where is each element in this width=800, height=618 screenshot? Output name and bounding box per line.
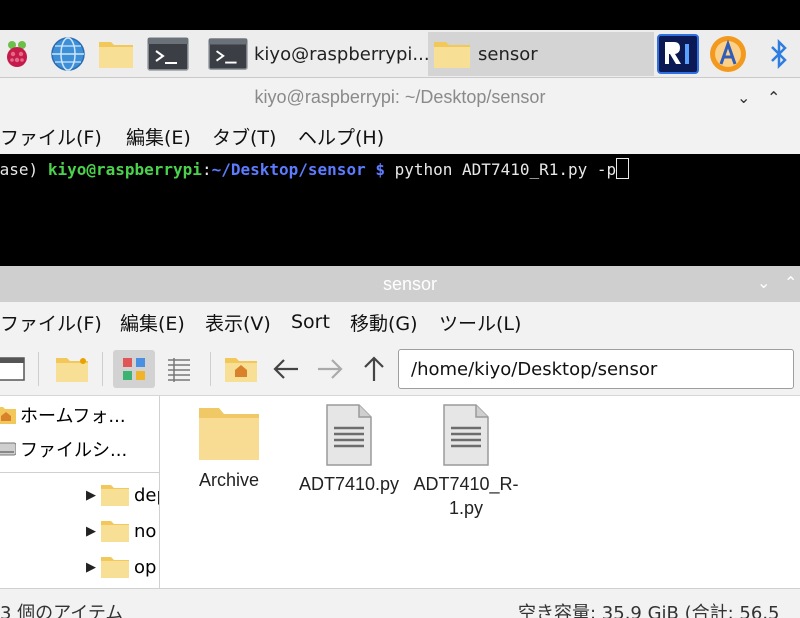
file-item-archive[interactable]: Archive bbox=[169, 404, 289, 492]
menu-tabs[interactable]: タブ(T) bbox=[212, 118, 276, 154]
screen-top-strip bbox=[0, 0, 800, 30]
web-browser-icon[interactable] bbox=[48, 36, 88, 72]
sidebar-item-home[interactable]: ホームフォ... bbox=[0, 398, 159, 432]
taskbar-task-label: sensor bbox=[478, 43, 538, 65]
chevron-up-icon[interactable]: ⌃ bbox=[784, 273, 797, 292]
file-manager-toolbar: /home/kiyo/Desktop/sensor bbox=[0, 342, 800, 396]
folder-icon bbox=[434, 42, 470, 68]
file-item-label: ADT7410.py bbox=[298, 474, 400, 494]
menu-help[interactable]: ヘルプ(H) bbox=[298, 118, 384, 154]
menu-edit[interactable]: 編集(E) bbox=[126, 118, 191, 154]
file-item-adt7410-r1[interactable]: ADT7410_R- 1.py bbox=[406, 404, 526, 520]
text-file-icon bbox=[443, 404, 489, 466]
tree-item-label: dep bbox=[134, 484, 159, 506]
terminal-menubar: ファイル(F) 編集(E) タブ(T) ヘルプ(H) bbox=[0, 118, 800, 154]
sidebar-item-filesystem[interactable]: ファイルシ... bbox=[0, 432, 159, 466]
terminal-body[interactable]: base) kiyo@raspberrypi:~/Desktop/sensor … bbox=[0, 154, 800, 266]
raspberry-menu-icon[interactable] bbox=[0, 36, 34, 72]
back-arrow-icon[interactable] bbox=[266, 350, 306, 388]
file-manager-launcher-icon[interactable] bbox=[96, 36, 138, 72]
terminal-cursor bbox=[616, 158, 630, 179]
icon-view-button[interactable] bbox=[113, 350, 155, 388]
menu-file[interactable]: ファイル(F) bbox=[0, 302, 102, 342]
path-input[interactable]: /home/kiyo/Desktop/sensor bbox=[398, 349, 794, 389]
menu-sort[interactable]: Sort bbox=[291, 302, 330, 342]
terminal-launcher-icon[interactable] bbox=[146, 36, 190, 72]
file-manager-sidebar: ホームフォ... ファイルシ... ▶ dep ▶ no ▶ op bbox=[0, 396, 160, 588]
home-folder-icon bbox=[0, 407, 16, 424]
status-bar: 3 個のアイテム 空き容量: 35.9 GiB (合計: 56.5 bbox=[0, 588, 800, 618]
file-item-label: ADT7410_R- 1.py bbox=[413, 474, 519, 518]
chevron-down-icon[interactable]: ⌄ bbox=[757, 273, 770, 292]
up-arrow-icon[interactable] bbox=[354, 350, 394, 388]
menu-file[interactable]: ファイル(F) bbox=[0, 118, 102, 154]
tree-item-label: no bbox=[134, 520, 157, 542]
taskbar: kiyo@raspberrypi... sensor bbox=[0, 30, 800, 78]
vnc-icon[interactable] bbox=[656, 34, 700, 74]
menu-view[interactable]: 表示(V) bbox=[205, 302, 271, 342]
text-file-icon bbox=[326, 404, 372, 466]
file-manager-window-title: sensor bbox=[382, 274, 438, 294]
folder-icon bbox=[101, 557, 129, 578]
taskbar-task-label: kiyo@raspberrypi... bbox=[254, 43, 430, 65]
prompt-env: base) bbox=[0, 160, 39, 179]
file-item-label: Archive bbox=[198, 470, 260, 490]
file-view[interactable]: Archive ADT7410.py ADT7410_R- 1.py bbox=[161, 396, 800, 588]
file-item-adt7410[interactable]: ADT7410.py bbox=[289, 404, 409, 496]
sidebar-item-label: ホームフォ... bbox=[20, 406, 126, 427]
prompt-user: kiyo@raspberrypi bbox=[47, 160, 202, 179]
home-icon[interactable] bbox=[222, 350, 260, 388]
folder-icon bbox=[101, 485, 129, 506]
chevron-down-icon[interactable]: ⌄ bbox=[737, 88, 750, 107]
new-tab-icon[interactable] bbox=[54, 350, 90, 388]
status-item-count: 3 個のアイテム bbox=[0, 603, 124, 618]
prompt-separator: : bbox=[201, 160, 212, 179]
expander-triangle-icon: ▶ bbox=[86, 559, 96, 575]
chevron-up-icon[interactable]: ⌃ bbox=[767, 88, 780, 107]
drive-icon bbox=[0, 442, 16, 456]
terminal-icon bbox=[208, 38, 248, 70]
expander-triangle-icon: ▶ bbox=[86, 487, 96, 503]
terminal-window-title: kiyo@raspberrypi: ~/Desktop/sensor bbox=[254, 87, 546, 107]
icon-view-icon bbox=[123, 358, 145, 380]
file-manager-titlebar[interactable]: sensor ⌄ ⌃ bbox=[0, 266, 800, 302]
status-free-space: 空き容量: 35.9 GiB (合計: 56.5 bbox=[518, 603, 780, 618]
tree-item[interactable]: ▶ dep bbox=[86, 480, 159, 510]
terminal-titlebar[interactable]: kiyo@raspberrypi: ~/Desktop/sensor ⌄ ⌃ bbox=[0, 78, 800, 118]
menu-tools[interactable]: ツール(L) bbox=[439, 302, 521, 342]
bluetooth-icon[interactable] bbox=[762, 36, 796, 72]
sidebar-item-label: ファイルシ... bbox=[20, 440, 128, 461]
list-view-icon[interactable] bbox=[160, 350, 198, 388]
input-method-icon[interactable] bbox=[706, 36, 750, 72]
menu-go[interactable]: 移動(G) bbox=[350, 302, 418, 342]
prompt-path: ~/Desktop/sensor $ bbox=[211, 160, 385, 179]
forward-arrow-icon[interactable] bbox=[310, 350, 350, 388]
menu-edit[interactable]: 編集(E) bbox=[120, 302, 185, 342]
new-window-icon[interactable] bbox=[0, 350, 28, 388]
taskbar-task-terminal[interactable]: kiyo@raspberrypi... bbox=[204, 32, 430, 76]
tree-item[interactable]: ▶ op bbox=[86, 552, 156, 582]
taskbar-task-file-manager[interactable]: sensor bbox=[428, 32, 654, 76]
folder-icon bbox=[101, 521, 129, 542]
tree-item[interactable]: ▶ no bbox=[86, 516, 156, 546]
file-manager-menubar: ファイル(F) 編集(E) 表示(V) Sort 移動(G) ツール(L) bbox=[0, 302, 800, 342]
terminal-command: python ADT7410_R1.py -p bbox=[394, 160, 617, 179]
expander-triangle-icon: ▶ bbox=[86, 523, 96, 539]
folder-icon bbox=[199, 408, 259, 460]
tree-item-label: op bbox=[134, 556, 157, 578]
terminal-prompt-line: base) kiyo@raspberrypi:~/Desktop/sensor … bbox=[0, 158, 630, 179]
